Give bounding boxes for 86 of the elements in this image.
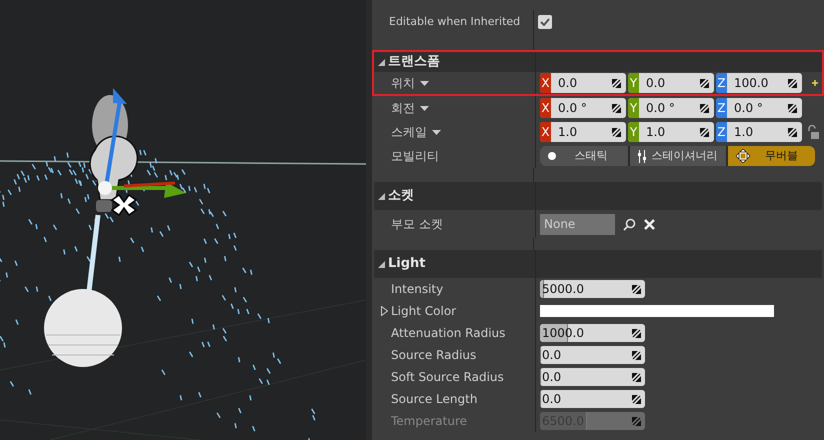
- property-label: Source Length: [391, 391, 478, 408]
- section-title[interactable]: 트랜스폼: [388, 52, 440, 72]
- spin-arrows-icon: [788, 104, 797, 112]
- caret-icon[interactable]: [420, 80, 429, 86]
- property-label: 부모 소켓: [391, 216, 443, 233]
- spin-arrows-icon: [632, 328, 641, 338]
- number-field[interactable]: 5000.0: [540, 280, 645, 298]
- property-label: Intensity: [391, 281, 444, 298]
- expand-triangle-icon[interactable]: [378, 58, 385, 66]
- vector-component-field[interactable]: X 1.0: [540, 122, 626, 142]
- property-label: Source Radius: [391, 347, 476, 364]
- field-value: 100.0: [733, 75, 770, 92]
- property-label: 모빌리티: [391, 148, 439, 165]
- collapsed-triangle-icon[interactable]: [380, 306, 388, 316]
- number-field[interactable]: 0.0: [540, 390, 645, 408]
- mobility-option[interactable]: 무버블: [726, 146, 815, 166]
- number-field[interactable]: 0.0: [540, 346, 645, 364]
- spin-arrows-icon: [612, 104, 621, 112]
- property-label: 스케일: [391, 124, 427, 141]
- vector-component-field[interactable]: Y 0.0: [628, 73, 714, 93]
- spin-arrows-icon: [788, 128, 797, 136]
- spin-arrows-icon: [612, 128, 621, 136]
- property-label: 회전: [391, 100, 415, 117]
- field-value: 0.0 °: [733, 100, 764, 117]
- axis-tag: Y: [628, 98, 639, 118]
- slider-bars-icon: [638, 150, 646, 162]
- search-icon[interactable]: [623, 218, 636, 230]
- axis-tag: Z: [716, 98, 727, 118]
- axis-tag: X: [540, 98, 551, 118]
- field-value: 0.0: [542, 371, 562, 383]
- property-label: Light Color: [391, 303, 456, 320]
- field-value: 0.0 °: [557, 100, 588, 117]
- axis-tag: Y: [628, 122, 639, 142]
- spin-arrows-icon: [632, 416, 641, 426]
- section-title[interactable]: Light: [388, 254, 426, 274]
- caret-icon[interactable]: [420, 106, 429, 110]
- property-label: Editable when Inherited: [389, 14, 520, 30]
- number-field[interactable]: 1000.0: [540, 324, 645, 342]
- vector-component-field[interactable]: Z 100.0: [716, 73, 802, 93]
- axis-tag: Z: [716, 73, 727, 93]
- vector-component-field[interactable]: X 0.0: [540, 73, 626, 93]
- dot-icon: [548, 152, 556, 160]
- vector-component-field[interactable]: Z 0.0 °: [716, 98, 802, 118]
- field-value: 1.0: [733, 124, 754, 141]
- section-title[interactable]: 소켓: [388, 186, 414, 206]
- spin-arrows-icon: [788, 78, 797, 88]
- property-label: Temperature: [391, 413, 468, 430]
- spin-arrows-icon: [632, 372, 641, 382]
- number-field[interactable]: 0.0: [540, 368, 645, 386]
- field-value: 0.0: [557, 75, 578, 92]
- padlock-icon[interactable]: [807, 125, 819, 139]
- spin-arrows-icon: [700, 128, 709, 136]
- color-swatch[interactable]: [540, 305, 774, 317]
- expand-triangle-icon[interactable]: [378, 260, 385, 268]
- viewport-scene-drawing[interactable]: [0, 0, 366, 440]
- expand-triangle-icon[interactable]: [378, 192, 385, 200]
- vector-component-field[interactable]: Y 0.0 °: [628, 98, 714, 118]
- vector-component-field[interactable]: Y 1.0: [628, 122, 714, 142]
- move-arrows-icon: [736, 149, 750, 163]
- vector-component-field[interactable]: X 0.0 °: [540, 98, 626, 118]
- field-value: 1.0: [557, 124, 578, 141]
- axis-tag: X: [540, 122, 551, 142]
- field-value: 0.0: [542, 393, 562, 405]
- spin-arrows-icon: [632, 394, 641, 404]
- field-value: 0.0 °: [645, 100, 676, 117]
- property-label: 위치: [391, 75, 415, 92]
- field-value: 5000.0: [542, 283, 585, 295]
- axis-tag: Z: [716, 122, 727, 142]
- spin-arrows-icon: [632, 350, 641, 360]
- spin-arrows-icon: [700, 78, 709, 88]
- axis-tag: Y: [628, 73, 639, 93]
- property-label: Attenuation Radius: [391, 325, 506, 342]
- field-value: 0.0: [542, 349, 562, 361]
- vector-component-field[interactable]: Z 1.0: [716, 122, 802, 142]
- axis-tag: X: [540, 73, 551, 93]
- checkmark-icon: [540, 18, 550, 26]
- caret-icon[interactable]: [432, 130, 441, 134]
- close-icon[interactable]: [644, 218, 655, 230]
- field-value: 1000.0: [542, 327, 585, 339]
- spin-arrows-icon: [700, 104, 709, 112]
- property-label: Soft Source Radius: [391, 369, 504, 386]
- spin-arrows-icon: [612, 78, 621, 88]
- field-value: 1.0: [645, 124, 666, 141]
- field-value: 0.0: [645, 75, 666, 92]
- spin-arrows-icon: [632, 284, 641, 294]
- checkbox[interactable]: [538, 15, 552, 29]
